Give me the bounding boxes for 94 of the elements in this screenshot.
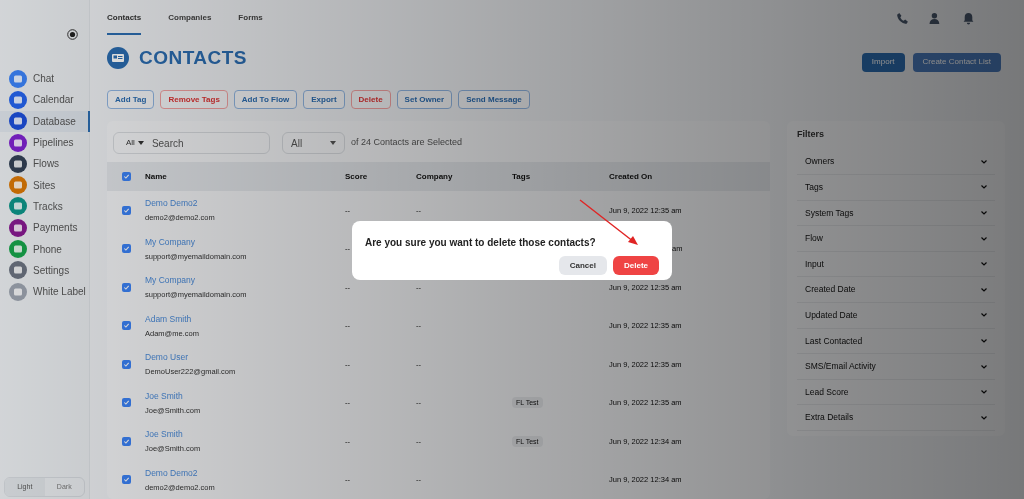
action-button[interactable]: Remove Tags — [160, 90, 228, 109]
nav-icon — [9, 133, 27, 152]
cancel-button[interactable]: Cancel — [558, 256, 607, 275]
nav-icon — [9, 240, 27, 258]
checkbox[interactable] — [121, 205, 131, 215]
filters-title: Filters — [797, 128, 825, 141]
caret-icon — [137, 141, 144, 145]
nav-item[interactable]: White Label — [0, 280, 89, 303]
checkbox[interactable] — [121, 436, 131, 446]
checkbox[interactable] — [121, 321, 131, 331]
chevron-down-icon — [981, 364, 987, 369]
contact-name-link[interactable]: Joe Smith — [145, 428, 183, 441]
contact-name-link[interactable]: My Company — [145, 235, 196, 249]
search-bar[interactable]: All Search — [113, 132, 270, 154]
chevron-down-icon — [981, 287, 987, 292]
nav-icon — [9, 69, 27, 88]
nav-item[interactable]: Tracks — [0, 195, 89, 218]
filter-item[interactable]: Lead Score — [797, 379, 995, 406]
nav-item[interactable]: Calendar — [0, 89, 89, 111]
nav-icon — [9, 112, 27, 131]
nav-item[interactable]: Sites — [0, 174, 89, 196]
nav-item[interactable]: Settings — [0, 259, 89, 281]
user-icon[interactable] — [929, 12, 942, 25]
contact-name-link[interactable]: Demo Demo2 — [145, 466, 198, 480]
chevron-down-icon — [981, 262, 987, 267]
chevron-down-icon — [981, 415, 987, 420]
tab[interactable]: Companies — [168, 12, 212, 35]
nav-item[interactable]: Database — [0, 110, 90, 132]
bell-icon[interactable] — [962, 12, 975, 25]
page-title: CONTACTS — [139, 45, 247, 70]
chevron-down-icon — [981, 236, 987, 241]
filter-item[interactable]: Tags — [797, 175, 995, 201]
nav-icon — [9, 261, 27, 280]
nav-icon — [9, 90, 27, 109]
chevron-down-icon — [981, 338, 987, 343]
chevron-down-icon — [981, 185, 987, 190]
nav-icon — [9, 154, 27, 173]
action-button[interactable]: Export — [303, 90, 345, 109]
action-button[interactable]: Send Message — [458, 90, 530, 109]
selection-dropdown[interactable]: All — [282, 132, 345, 154]
filter-item[interactable]: SMS/Email Activity — [797, 354, 995, 380]
phone-icon[interactable] — [896, 12, 909, 25]
filter-item[interactable]: Input — [797, 251, 995, 278]
tab[interactable]: Contacts — [107, 12, 142, 35]
record-icon[interactable] — [67, 29, 78, 40]
scope-dropdown[interactable]: All — [126, 137, 144, 149]
checkbox[interactable] — [121, 359, 131, 369]
filter-item[interactable]: Updated Date — [797, 303, 995, 329]
checkbox[interactable] — [121, 282, 131, 292]
action-button[interactable]: Add To Flow — [233, 90, 298, 109]
import-button[interactable]: Import — [861, 52, 905, 72]
action-button[interactable]: Set Owner — [396, 90, 453, 109]
checkbox[interactable] — [121, 398, 131, 408]
dialog-message: Are you sure you want to delete those contacts? — [365, 236, 597, 250]
contact-name-link[interactable]: Joe Smith — [145, 389, 183, 403]
action-button[interactable]: Delete — [350, 90, 391, 109]
column-header: Company — [416, 171, 453, 181]
nav-icon — [9, 176, 27, 195]
checkbox[interactable] — [121, 244, 131, 254]
contact-card-icon — [107, 47, 129, 69]
column-header: Name — [145, 171, 167, 181]
chevron-down-icon — [981, 211, 987, 215]
selection-count: of 24 Contacts are Selected — [351, 136, 463, 150]
tab[interactable]: Forms — [238, 12, 263, 35]
column-header: Created On — [609, 171, 653, 181]
nav-icon — [9, 197, 27, 216]
nav-icon — [9, 282, 27, 301]
filter-item[interactable]: Flow — [797, 226, 995, 252]
chevron-down-icon — [981, 159, 987, 164]
delete-button[interactable]: Delete — [613, 256, 659, 275]
action-button[interactable]: Add Tag — [107, 90, 155, 109]
filter-item[interactable]: Owners — [797, 149, 995, 176]
nav-item[interactable]: Flows — [0, 153, 89, 175]
column-header: Score — [345, 171, 368, 181]
contact-name-link[interactable]: My Company — [145, 274, 196, 287]
contact-name-link[interactable]: Demo User — [145, 351, 188, 364]
search-field[interactable]: Search — [151, 135, 242, 151]
nav-item[interactable]: Chat — [0, 68, 89, 90]
nav-icon — [9, 218, 27, 237]
nav-item[interactable]: Payments — [0, 217, 89, 239]
chevron-down-icon — [981, 390, 987, 395]
column-header: Tags — [512, 171, 531, 181]
filter-item[interactable]: Extra Details — [797, 405, 995, 432]
checkbox[interactable] — [121, 172, 131, 181]
filter-item[interactable]: Created Date — [797, 277, 995, 304]
contact-name-link[interactable]: Demo Demo2 — [145, 197, 198, 210]
filter-item[interactable]: Last Contacted — [797, 328, 995, 355]
create-list-button[interactable]: Create Contact List — [912, 52, 1001, 72]
checkbox[interactable] — [121, 475, 131, 485]
contact-name-link[interactable]: Adam Smith — [145, 312, 192, 326]
nav-item[interactable]: Phone — [0, 238, 89, 260]
filter-item[interactable]: System Tags — [797, 200, 995, 227]
nav-item[interactable]: Pipelines — [0, 131, 89, 154]
chevron-down-icon — [981, 313, 987, 318]
